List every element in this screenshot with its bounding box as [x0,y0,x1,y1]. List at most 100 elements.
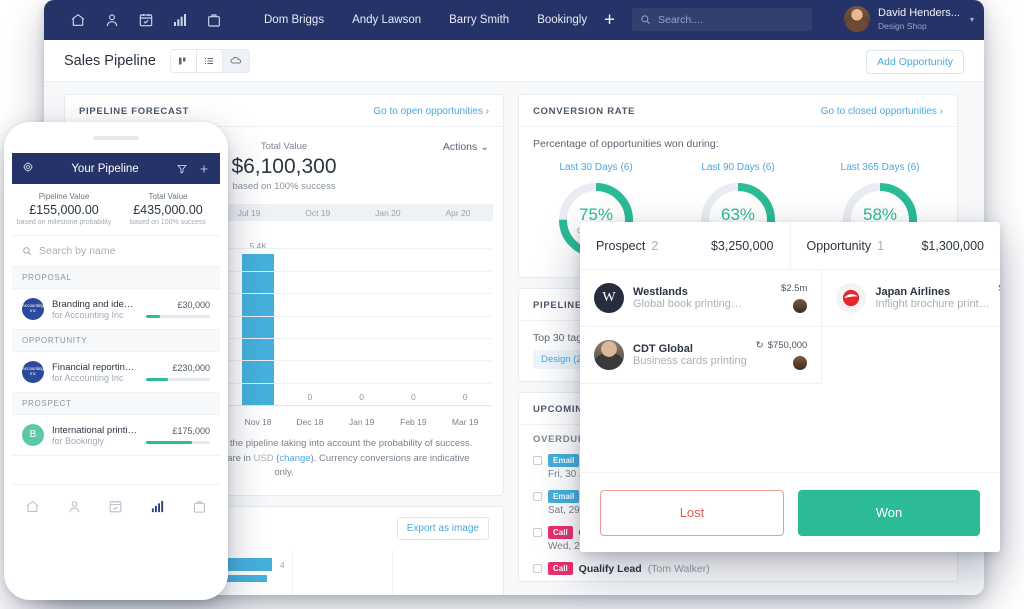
conversion-donut-label[interactable]: Last 365 Days (6) [809,162,951,173]
task-type-badge: Call [548,562,573,575]
mini-grid-line [392,550,393,595]
phone-opportunity-row[interactable]: Accounting IncFinancial reporting for Sh… [12,352,220,393]
person-icon[interactable] [67,499,82,514]
overlay-stage-headers: Prospect2 $3,250,000 Opportunity1 $1,300… [580,222,1000,270]
overlay-card-columns: WWestlandsGlobal book printing…$2.5mCDT … [580,270,1000,384]
search-icon [22,246,32,256]
overlay-card-meta: $2.5m [781,283,807,313]
nav-link-3[interactable]: Bookingly [537,14,587,26]
phone-opportunity-value: £175,000 [146,426,210,444]
overlay-card-amount: ↻$750,000 [756,340,808,351]
screenshot-root: Dom Briggs Andy Lawson Barry Smith Booki… [0,0,1024,609]
phone-progress-bar [146,315,210,318]
calendar-icon[interactable] [108,499,123,514]
user-org: Design Shop [878,21,960,32]
tab-board-view[interactable] [171,50,197,72]
home-icon[interactable] [25,499,40,514]
phone-header-actions [176,163,210,175]
task-row[interactable]: CallQualify Lead(Tom Walker) [519,558,957,581]
phone-opportunity-title: Branding and identity [52,299,138,310]
chart-icon[interactable] [150,499,165,514]
phone-header: Your Pipeline [12,153,220,184]
overlay-opportunity-card[interactable]: Japan AirlinesInflight brochure print…$1… [822,270,1000,327]
overlay-card-description: Inflight brochure print… [875,298,989,310]
page-header: Sales Pipeline Add Opportunity [44,40,984,82]
add-opportunity-button[interactable]: Add Opportunity [866,50,964,74]
overlay-card-company: CDT Global [633,343,747,355]
company-logo [594,340,624,370]
forecast-actions-dropdown[interactable]: Actions ⌄ [443,141,489,153]
user-menu[interactable]: David Henders... Design Shop ▾ [844,6,974,32]
task-checkbox[interactable] [533,528,542,537]
phone-group-header: PROSPECT [12,393,220,415]
forecast-view-icon [230,55,242,67]
company-logo: B [22,424,44,446]
tab-list-view[interactable] [197,50,223,72]
chart-bar-column: 0 [284,233,336,405]
overlay-column-opportunity: Opportunity1 $1,300,000 [791,222,1001,269]
phone-opportunity-row[interactable]: B International printing contractfor Book… [12,415,220,456]
filter-icon[interactable] [176,163,188,175]
phone-stats: Pipeline Value £155,000.00 based on mile… [12,184,220,236]
chart-bar-column: 5.4K [232,233,284,405]
won-button[interactable]: Won [798,490,980,536]
search-input[interactable] [658,14,804,26]
nav-link-0[interactable]: Dom Briggs [264,14,324,26]
person-icon[interactable] [104,12,120,28]
phone-opportunity-text: Branding and identityfor Accounting Inc [52,299,138,320]
export-as-image-button[interactable]: Export as image [397,517,489,540]
calendar-icon[interactable] [138,12,154,28]
overlay-card-meta: ↻$750,000 [756,340,808,370]
chart-bar-value: 0 [411,392,416,402]
chart-bar-column: 0 [388,233,440,405]
conversion-subtitle: Percentage of opportunities won during: [519,127,957,154]
range-tick-3: Oct 19 [305,208,330,218]
phone-search-field[interactable]: Search by name [12,236,220,267]
company-logo [836,283,866,313]
overlay-stage-amount: $3,250,000 [711,239,774,253]
overlay-stage-count: 1 [877,239,884,253]
chart-bar-column: 0 [439,233,491,405]
go-to-closed-opportunities-link[interactable]: Go to closed opportunities › [821,106,943,117]
overlay-card-description: Business cards printing [633,355,747,367]
task-checkbox[interactable] [533,564,542,573]
phone-opportunity-company: for Bookingly [52,436,138,446]
phone-opportunity-row[interactable]: Accounting IncBranding and identityfor A… [12,289,220,330]
add-new-plus-icon[interactable]: + [604,11,615,30]
topbar-nav-links: Dom Briggs Andy Lawson Barry Smith Booki… [264,14,587,26]
briefcase-icon[interactable] [206,12,222,28]
conversion-donut-label[interactable]: Last 30 Days (6) [525,162,667,173]
page-title: Sales Pipeline [64,53,156,69]
phone-opportunity-company: for Accounting Inc [52,373,138,383]
plus-icon[interactable] [198,163,210,175]
phone-opportunity-title: International printing contract [52,425,138,436]
overlay-prospect-list: WWestlandsGlobal book printing…$2.5mCDT … [580,270,822,384]
nav-link-2[interactable]: Barry Smith [449,14,509,26]
overlay-opportunity-card[interactable]: CDT GlobalBusiness cards printing ↻$750,0… [580,327,821,384]
global-search[interactable] [632,8,812,31]
list-view-icon [203,55,215,67]
task-title: Qualify Lead [579,563,642,575]
overlay-card-text: WestlandsGlobal book printing… [633,286,772,310]
overlay-opportunity-list: Japan AirlinesInflight brochure print…$1… [822,270,1000,384]
settings-icon[interactable] [22,160,34,178]
briefcase-icon[interactable] [192,499,207,514]
home-icon[interactable] [70,12,86,28]
overlay-stage-name: Prospect [596,239,645,253]
task-main: CallQualify Lead(Tom Walker) [533,562,943,575]
phone-stat-total-value: Total Value £435,000.00 based on 100% su… [116,192,220,226]
go-to-open-opportunities-link[interactable]: Go to open opportunities › [373,106,489,117]
change-currency-link[interactable]: change [279,453,310,464]
lost-button[interactable]: Lost [600,490,784,536]
opportunity-stage-overlay: Prospect2 $3,250,000 Opportunity1 $1,300… [580,222,1000,552]
chevron-down-icon[interactable]: ▾ [970,15,974,24]
task-checkbox[interactable] [533,456,542,465]
overlay-opportunity-card[interactable]: WWestlandsGlobal book printing…$2.5m [580,270,821,327]
task-checkbox[interactable] [533,492,542,501]
nav-link-1[interactable]: Andy Lawson [352,14,421,26]
tab-forecast-view[interactable] [223,50,249,72]
overlay-stage-group: Prospect2 [596,237,658,255]
phone-opportunity-amount: £175,000 [146,426,210,436]
conversion-donut-label[interactable]: Last 90 Days (6) [667,162,809,173]
chart-icon[interactable] [172,12,188,28]
